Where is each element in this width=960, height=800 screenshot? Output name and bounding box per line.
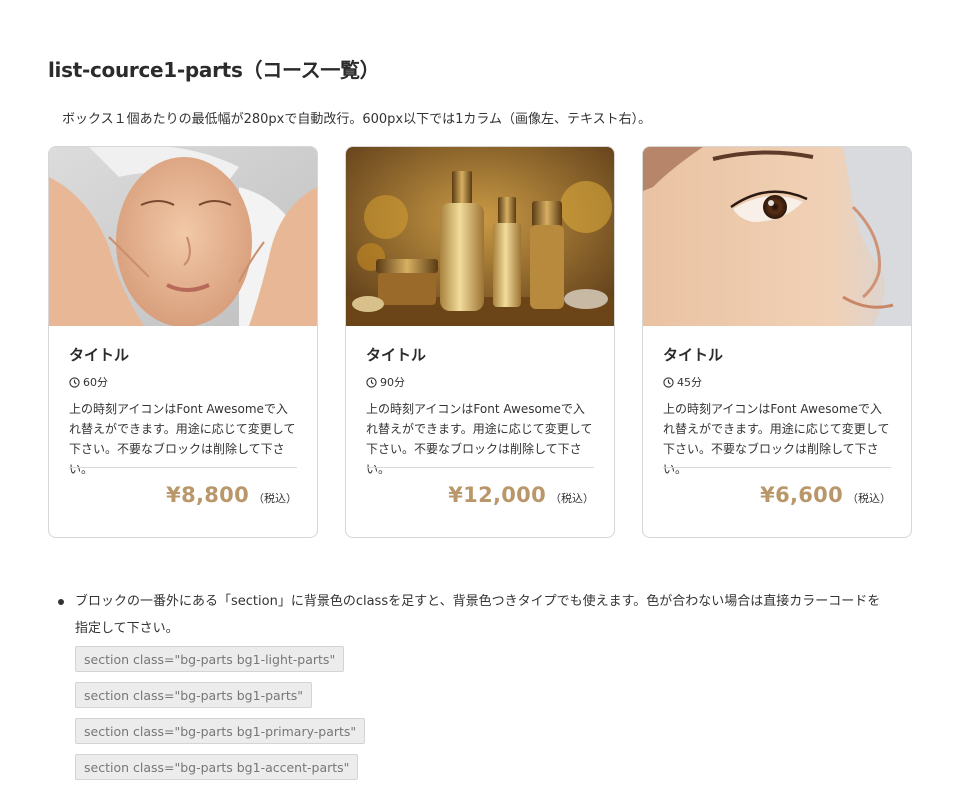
card-time: 45分 xyxy=(663,374,702,390)
card-divider xyxy=(663,467,891,468)
code-snippet: section class="bg-parts bg1-parts" xyxy=(75,682,312,708)
course-card[interactable]: タイトル 60分 上の時刻アイコンはFont Awesomeで入れ替えができます… xyxy=(48,146,318,538)
clock-icon xyxy=(663,376,674,388)
code-snippet: section class="bg-parts bg1-accent-parts… xyxy=(75,754,359,780)
card-price-row: ¥6,600 （税込） xyxy=(760,483,891,507)
card-tax-label: （税込） xyxy=(550,492,594,505)
card-divider xyxy=(69,467,297,468)
card-price: ¥6,600 xyxy=(760,483,843,507)
card-price: ¥8,800 xyxy=(166,483,249,507)
course-card[interactable]: タイトル 90分 上の時刻アイコンはFont Awesomeで入れ替えができます… xyxy=(345,146,615,538)
course-card[interactable]: タイトル 45分 上の時刻アイコンはFont Awesomeで入れ替えができます… xyxy=(642,146,912,538)
card-title: タイトル xyxy=(366,346,427,364)
card-title: タイトル xyxy=(663,346,724,364)
card-image-gold-cosmetics xyxy=(346,147,614,326)
card-time: 90分 xyxy=(366,374,405,390)
lead-text: ボックス１個あたりの最低幅が280pxで自動改行。600px以下では1カラム（画… xyxy=(62,112,652,127)
course-list: タイトル 60分 上の時刻アイコンはFont Awesomeで入れ替えができます… xyxy=(48,146,912,538)
code-snippet: section class="bg-parts bg1-light-parts" xyxy=(75,646,345,672)
list-bullet xyxy=(58,599,64,605)
card-time-label: 45分 xyxy=(677,376,702,389)
page: list-cource1-parts（コース一覧） ボックス１個あたりの最低幅が… xyxy=(0,0,960,800)
card-title: タイトル xyxy=(69,346,130,364)
clock-icon xyxy=(69,376,80,388)
card-price: ¥12,000 xyxy=(448,483,546,507)
page-title: list-cource1-parts（コース一覧） xyxy=(48,58,380,82)
card-image-facial-massage xyxy=(49,147,317,326)
card-time-label: 60分 xyxy=(83,376,108,389)
clock-icon xyxy=(366,376,377,388)
note-text: ブロックの一番外にある「section」に背景色のclassを足すと、背景色つき… xyxy=(75,594,881,636)
card-price-row: ¥12,000 （税込） xyxy=(448,483,594,507)
card-tax-label: （税込） xyxy=(847,492,891,505)
card-time: 60分 xyxy=(69,374,108,390)
card-price-row: ¥8,800 （税込） xyxy=(166,483,297,507)
card-image-eye-closeup xyxy=(643,147,911,326)
code-snippet: section class="bg-parts bg1-primary-part… xyxy=(75,718,366,744)
card-time-label: 90分 xyxy=(380,376,405,389)
card-divider xyxy=(366,467,594,468)
card-tax-label: （税込） xyxy=(253,492,297,505)
